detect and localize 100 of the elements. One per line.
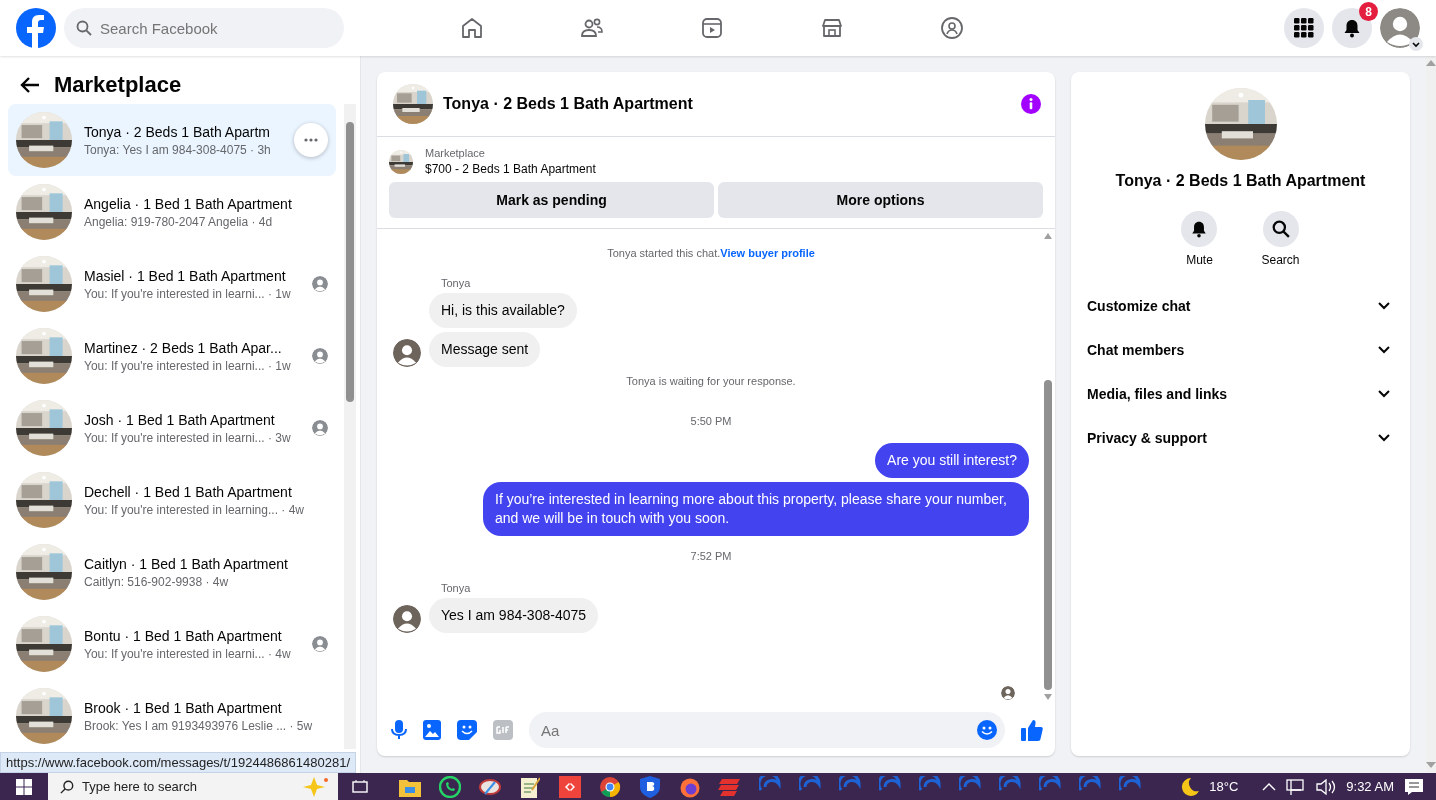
message-bubble: Are you still interest? — [875, 443, 1029, 478]
conversation-title: Angelia · 1 Bed 1 Bath Apartment — [84, 195, 292, 212]
scroll-down-arrow-icon[interactable] — [1044, 694, 1052, 700]
search-icon — [76, 20, 92, 36]
conversation-item[interactable]: Tonya · 2 Beds 1 Bath Apartm Tonya: Yes I am 984-308-4075 · 3h — [8, 104, 336, 176]
message-preview: Caitlyn: 516-902-9938 · 4w — [84, 574, 229, 589]
scroll-up-arrow-icon[interactable] — [1044, 233, 1052, 239]
emoji-icon[interactable] — [977, 720, 997, 740]
moon-icon — [1179, 776, 1200, 797]
sender-name: Tonya — [441, 582, 471, 594]
notification-center-icon[interactable] — [1404, 777, 1424, 796]
search-field[interactable]: Search Facebook — [64, 8, 344, 48]
conversation-item[interactable]: Masiel · 1 Bed 1 Bath Apartment You: If you're interested in learni... · 1w — [8, 248, 336, 320]
bell-icon — [1342, 18, 1362, 38]
diamond-arrows-icon[interactable] — [559, 775, 581, 798]
chat-notice: Tonya is waiting for your response. — [625, 375, 797, 387]
conversation-item[interactable]: Brook · 1 Bed 1 Bath Apartment Brook: Yes I am 9193493976 Leslie ... · 5w — [8, 680, 336, 749]
avatar-icon — [393, 339, 421, 367]
conversation-item[interactable]: Josh · 1 Bed 1 Bath Apartment You: If you're interested in learni... · 3w — [8, 392, 336, 464]
settings-section[interactable]: Chat members — [1079, 328, 1402, 372]
sticker-icon[interactable] — [457, 720, 477, 740]
conversation-title: Josh · 1 Bed 1 Bath Apartment — [84, 411, 275, 428]
conversation-title: Brook · 1 Bed 1 Bath Apartment — [84, 699, 282, 716]
avatar-icon — [1380, 8, 1420, 48]
status-url: https://www.facebook.com/messages/t/1924486861480281/ — [0, 752, 356, 773]
caret-icon[interactable] — [1409, 37, 1423, 51]
message-preview: You: If you're interested in learni... · 1w — [84, 286, 291, 301]
search-icon — [60, 780, 74, 794]
conversation-item[interactable]: Angelia · 1 Bed 1 Bath Apartment Angelia: 919-780-2047 Angelia · 4d — [8, 176, 336, 248]
phone-chat-icon[interactable] — [439, 775, 461, 798]
scrollbar[interactable] — [344, 104, 356, 749]
notifications-button[interactable] — [1332, 8, 1372, 48]
message-preview: You: If you're interested in learni... · 3w — [84, 430, 291, 445]
chat-notice: Tonya started this chat.View buyer profile — [606, 247, 816, 259]
store-icon — [820, 16, 844, 40]
scrollbar[interactable] — [1041, 229, 1055, 704]
notepad-icon[interactable] — [520, 775, 540, 798]
network-icon[interactable] — [1286, 778, 1307, 795]
message-preview: Tonya: Yes I am 984-308-4075 · 3h — [84, 142, 271, 157]
chat-action-button[interactable]: Search — [1255, 210, 1306, 268]
conversation-item[interactable]: Dechell · 1 Bed 1 Bath Apartment You: If you're interested in learning... · 4w — [8, 464, 336, 536]
taskbar-search-field[interactable]: Type here to search — [48, 773, 338, 800]
info-icon[interactable] — [1021, 94, 1041, 114]
listing-label: Marketplace — [425, 147, 486, 159]
microphone-icon[interactable] — [391, 720, 407, 740]
weather-text: 18°C — [1209, 779, 1239, 794]
message-preview: Angelia: 919-780-2047 Angelia · 4d — [84, 214, 273, 229]
chat-action-button[interactable]: Mute — [1175, 210, 1224, 268]
buyer-profile-link[interactable]: View buyer profile — [720, 247, 815, 259]
action-button[interactable]: More options — [718, 182, 1043, 218]
page-title: Marketplace — [54, 72, 182, 98]
grid-icon — [1294, 18, 1314, 38]
listing-title: $700 - 2 Beds 1 Bath Apartment — [425, 162, 596, 176]
conversation-title: Caitlyn · 1 Bed 1 Bath Apartment — [84, 555, 288, 572]
like-icon[interactable] — [1021, 719, 1043, 741]
settings-section[interactable]: Media, files and links — [1079, 372, 1402, 416]
caret-up-icon[interactable] — [1262, 781, 1277, 792]
message-field[interactable]: Aa — [529, 712, 1005, 748]
conversation-item[interactable]: Caitlyn · 1 Bed 1 Bath Apartment Caitlyn: 516-902-9938 · 4w — [8, 536, 336, 608]
conversation-title: Bontu · 1 Bed 1 Bath Apartment — [84, 627, 282, 644]
conversation-item[interactable]: Bontu · 1 Bed 1 Bath Apartment You: If you're interested in learni... · 4w — [8, 608, 336, 680]
avatar-icon — [1001, 686, 1015, 700]
speaker-icon[interactable] — [1316, 778, 1337, 795]
message-preview: You: If you're interested in learning... · 4w — [84, 502, 304, 517]
message-bubble: Hi, is this available? — [429, 293, 577, 328]
avatar-icon — [312, 420, 328, 436]
ellipsis-icon — [304, 138, 318, 142]
timestamp: 5:50 PM — [689, 415, 733, 427]
bell-icon — [1190, 220, 1209, 238]
timestamp: 7:52 PM — [689, 550, 733, 562]
video-icon — [700, 16, 724, 40]
conversation-title: Martinez · 2 Beds 1 Bath Apar... — [84, 339, 282, 356]
clock-time[interactable]: 9:32 AM — [1346, 779, 1394, 794]
image-icon[interactable] — [423, 720, 441, 740]
notification-count: 8 — [1359, 2, 1378, 21]
conversation-title: Masiel · 1 Bed 1 Bath Apartment — [84, 267, 286, 284]
avatar-icon — [312, 636, 328, 652]
avatar-icon — [312, 348, 328, 364]
message-bubble: Message sent — [429, 332, 541, 367]
avatar-icon — [312, 276, 328, 292]
action-button[interactable]: Mark as pending — [389, 182, 714, 218]
windows-icon[interactable] — [16, 778, 32, 795]
shield-icon[interactable] — [640, 775, 660, 798]
conversation-name: Tonya · 2 Beds 1 Bath Apartment — [1115, 172, 1366, 190]
back-arrow-icon[interactable] — [20, 76, 40, 94]
conversation-item[interactable]: Martinez · 2 Beds 1 Bath Apar... You: If you're interested in learni... · 1w — [8, 320, 336, 392]
task-view-icon[interactable] — [352, 778, 368, 795]
settings-section[interactable]: Privacy & support — [1079, 416, 1402, 460]
message-preview: You: If you're interested in learni... · 4w — [84, 646, 291, 661]
browser-icon[interactable] — [599, 775, 621, 798]
avatar-icon — [393, 605, 421, 633]
message-bubble: Yes I am 984-308-4075 — [429, 598, 599, 633]
menu-button[interactable] — [1284, 8, 1324, 48]
message-bubble: If you’re interested in learning more about this property, please share your number, and we will be in touch with you soon. — [483, 482, 1029, 536]
settings-section[interactable]: Customize chat — [1079, 284, 1402, 328]
stripes-icon[interactable] — [718, 776, 742, 797]
message-preview: You: If you're interested in learni... · 1w — [84, 358, 291, 373]
chat-title: Tonya · 2 Beds 1 Bath Apartment — [443, 95, 694, 113]
logo-icon[interactable] — [16, 8, 56, 48]
sparkle-icon — [302, 777, 330, 797]
